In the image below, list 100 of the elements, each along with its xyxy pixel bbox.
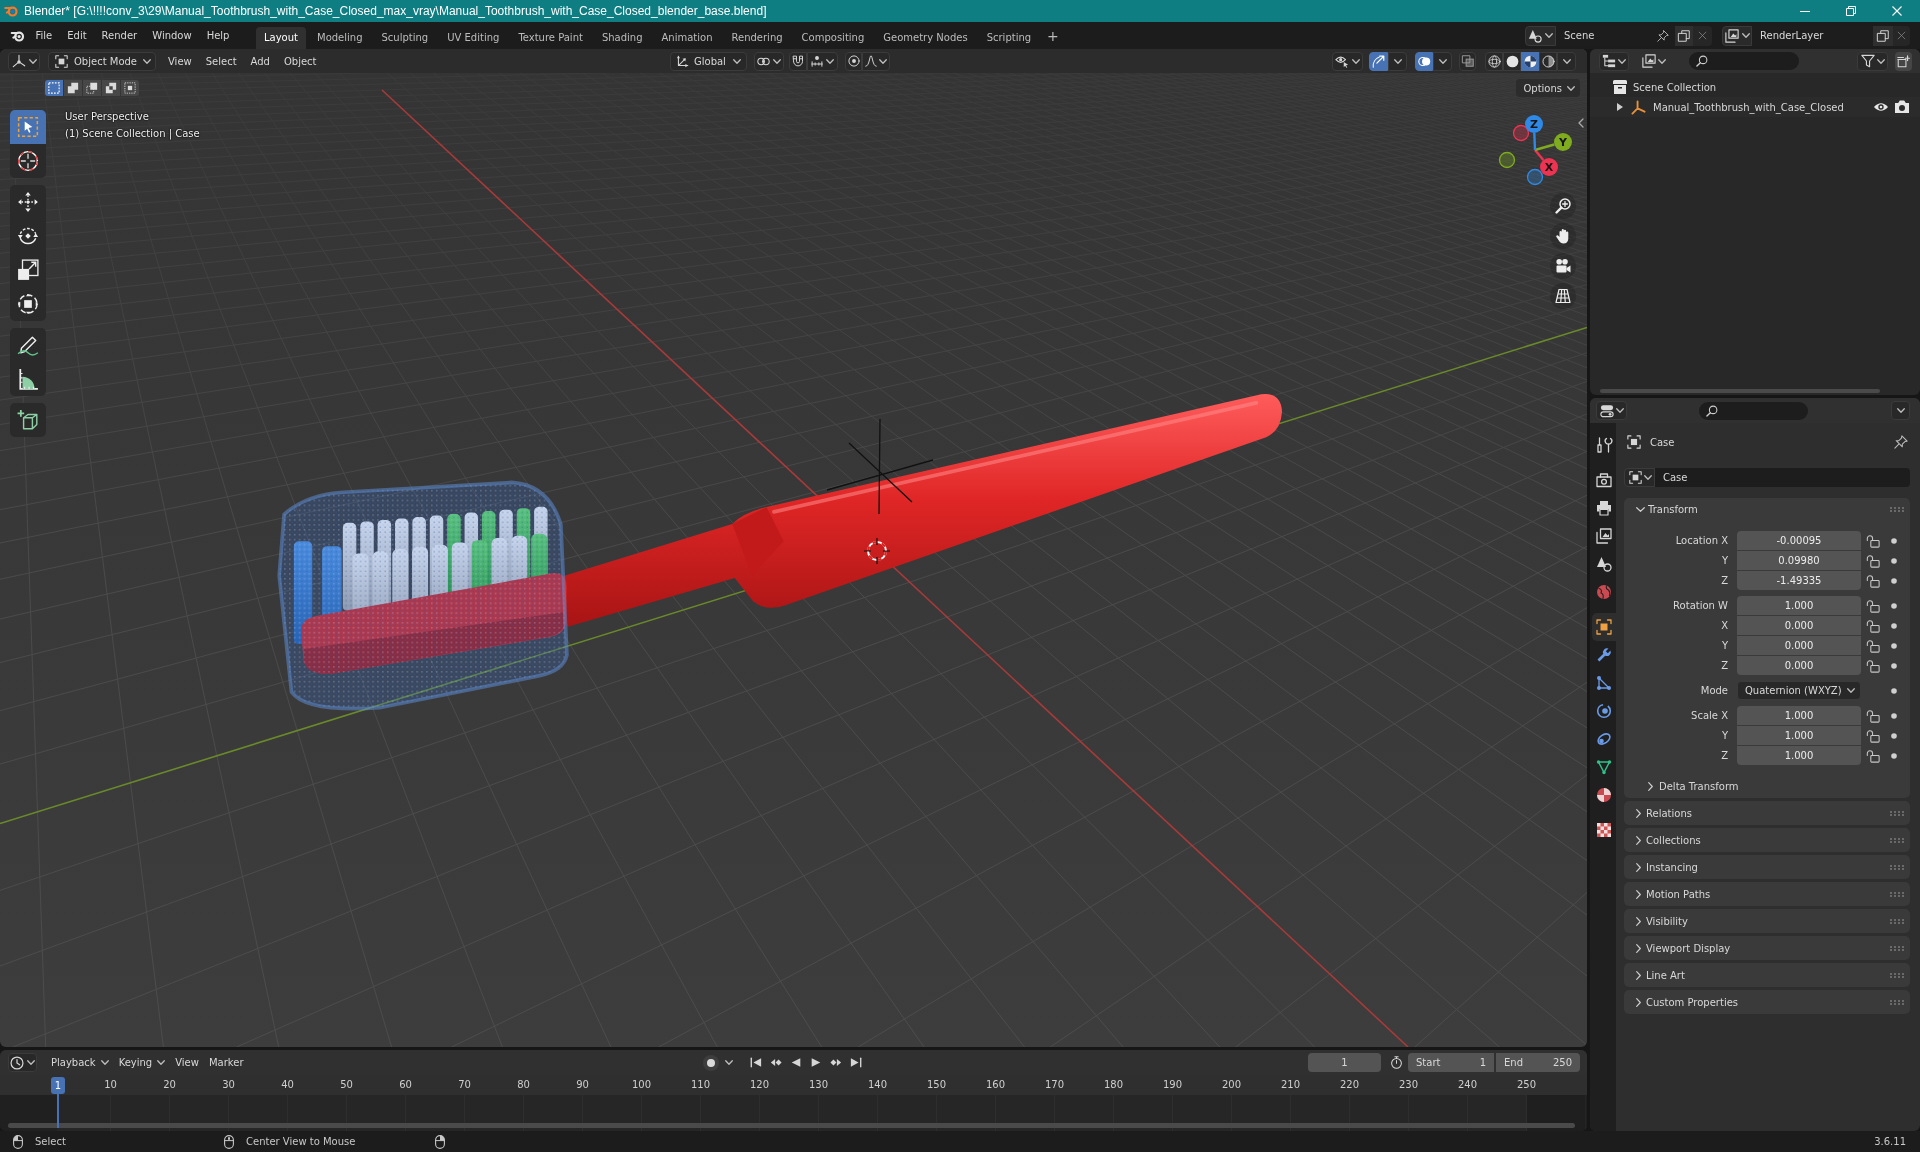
selection-mode-button[interactable] xyxy=(64,80,82,96)
workspace-tab[interactable]: Rendering xyxy=(723,27,791,49)
snap-target-dropdown[interactable] xyxy=(807,51,838,71)
dot-icon[interactable] xyxy=(1891,732,1897,739)
number-field[interactable]: 1.000 xyxy=(1737,596,1861,615)
properties-tab[interactable] xyxy=(1592,613,1616,641)
options-menu-button[interactable] xyxy=(1891,401,1910,420)
unlocked-icon[interactable] xyxy=(1866,618,1880,633)
restore-icon[interactable] xyxy=(1846,6,1856,16)
scene-type-button[interactable] xyxy=(1525,25,1556,46)
play-reverse-icon[interactable] xyxy=(790,1057,802,1068)
panel-header[interactable]: Instancing xyxy=(1636,855,1890,879)
zoom-button[interactable] xyxy=(1550,193,1576,219)
editor-type-button[interactable] xyxy=(8,1053,37,1072)
number-field[interactable]: 0.09980 xyxy=(1737,551,1861,570)
panel-header[interactable]: Line Art xyxy=(1636,963,1890,987)
select-box-tool[interactable] xyxy=(10,110,46,144)
shading-mode-button[interactable] xyxy=(1521,51,1539,71)
panel-header[interactable]: Transform xyxy=(1636,498,1890,521)
unlocked-icon[interactable] xyxy=(1866,638,1880,653)
playhead[interactable]: 1 xyxy=(51,1077,65,1094)
current-frame-field[interactable]: 1 xyxy=(1308,1053,1381,1072)
shading-mode-button[interactable] xyxy=(1539,51,1557,71)
overlays-toggle[interactable] xyxy=(1415,51,1433,71)
shading-menu-button[interactable] xyxy=(1557,51,1576,71)
snap-toggle[interactable] xyxy=(789,51,807,71)
menu-item[interactable]: Add xyxy=(243,51,277,71)
gizmos-toggle[interactable] xyxy=(1369,51,1388,71)
panel-header[interactable]: Collections xyxy=(1636,828,1890,852)
workspace-tab[interactable]: Scripting xyxy=(978,27,1040,49)
end-frame-field[interactable]: End 250 xyxy=(1496,1053,1580,1072)
number-field[interactable]: -1.49335 xyxy=(1737,571,1861,590)
dropdown-field[interactable]: Quaternion (WXYZ) xyxy=(1737,681,1861,700)
gizmos-menu-button[interactable] xyxy=(1388,51,1407,71)
number-field[interactable]: 1.000 xyxy=(1737,706,1861,725)
options-dropdown[interactable]: Options xyxy=(1516,79,1580,97)
add-workspace-button[interactable]: + xyxy=(1047,27,1059,44)
jump-to-start-icon[interactable] xyxy=(750,1057,762,1068)
object-name-field[interactable]: Case xyxy=(1655,468,1910,487)
filter-button[interactable] xyxy=(1857,51,1888,71)
proportional-editing-toggle[interactable] xyxy=(845,51,862,71)
panel-header[interactable]: Viewport Display xyxy=(1636,936,1890,960)
outliner-item[interactable]: Scene Collection xyxy=(1633,81,1717,93)
menu-item[interactable]: Object xyxy=(276,51,324,71)
measure-tool[interactable] xyxy=(10,362,46,396)
dot-icon[interactable] xyxy=(1891,602,1897,609)
overlays-menu-button[interactable] xyxy=(1433,51,1452,71)
minimize-icon[interactable] xyxy=(1800,10,1810,12)
menu-item[interactable]: Help xyxy=(199,25,237,46)
remove-button[interactable] xyxy=(1693,25,1712,46)
dot-icon[interactable] xyxy=(1891,557,1897,564)
number-field[interactable]: -0.00095 xyxy=(1737,531,1861,550)
unlocked-icon[interactable] xyxy=(1866,658,1880,673)
eye-icon[interactable] xyxy=(1873,103,1889,111)
selection-mode-button[interactable] xyxy=(102,80,120,96)
xray-toggle[interactable] xyxy=(1459,51,1476,71)
workspace-tab[interactable]: Modeling xyxy=(309,27,371,49)
new-collection-button[interactable] xyxy=(1895,51,1912,71)
dot-icon[interactable] xyxy=(1891,622,1897,629)
pin-icon[interactable] xyxy=(1894,435,1908,449)
number-field[interactable]: 1.000 xyxy=(1737,726,1861,745)
z-axis-handle[interactable]: Z xyxy=(1525,115,1543,133)
menu-item[interactable]: Select xyxy=(198,51,244,71)
timeline-scrollbar[interactable] xyxy=(8,1123,1575,1128)
editor-type-button[interactable] xyxy=(1596,401,1627,420)
menu-item[interactable]: Edit xyxy=(59,25,95,46)
workspace-tab[interactable]: Geometry Nodes xyxy=(875,27,976,49)
pivot-dropdown[interactable] xyxy=(754,51,784,71)
search-field[interactable] xyxy=(1689,52,1799,70)
dot-icon[interactable] xyxy=(1891,537,1897,544)
previous-keyframe-icon[interactable] xyxy=(770,1057,782,1068)
number-field[interactable]: 0.000 xyxy=(1737,636,1861,655)
menu-item[interactable]: Playback xyxy=(46,1053,114,1072)
number-field[interactable]: 1.000 xyxy=(1737,746,1861,765)
panel-header[interactable]: Visibility xyxy=(1636,909,1890,933)
dot-icon[interactable] xyxy=(1891,577,1897,584)
menu-item[interactable]: Keying xyxy=(113,1053,171,1072)
workspace-tab[interactable]: Compositing xyxy=(793,27,873,49)
outliner-item[interactable]: Manual_Toothbrush_with_Case_Closed xyxy=(1653,101,1844,113)
display-mode-button[interactable] xyxy=(1641,51,1667,71)
panel-header[interactable]: Motion Paths xyxy=(1636,882,1890,906)
menu-item[interactable]: Window xyxy=(144,25,200,46)
selection-mode-button[interactable] xyxy=(45,80,63,96)
pan-button[interactable] xyxy=(1550,223,1576,249)
auto-keying-button[interactable] xyxy=(703,1054,719,1071)
dot-icon[interactable] xyxy=(1891,752,1897,759)
unlocked-icon[interactable] xyxy=(1866,748,1880,763)
negative-x-axis-handle[interactable] xyxy=(1512,124,1530,142)
duplicate-button[interactable] xyxy=(1873,25,1893,46)
dot-icon[interactable] xyxy=(1891,662,1897,669)
perspective-toggle[interactable] xyxy=(1550,283,1576,309)
jump-to-end-icon[interactable] xyxy=(850,1057,862,1068)
workspace-tab[interactable]: UV Editing xyxy=(439,27,508,49)
dot-icon[interactable] xyxy=(1891,642,1897,649)
unlocked-icon[interactable] xyxy=(1866,708,1880,723)
number-field[interactable]: 0.000 xyxy=(1737,616,1861,635)
menu-item[interactable]: Marker xyxy=(203,1053,249,1072)
move-tool[interactable] xyxy=(10,185,46,219)
panel-header[interactable]: Relations xyxy=(1636,801,1890,825)
workspace-tab[interactable]: Layout xyxy=(256,27,306,49)
